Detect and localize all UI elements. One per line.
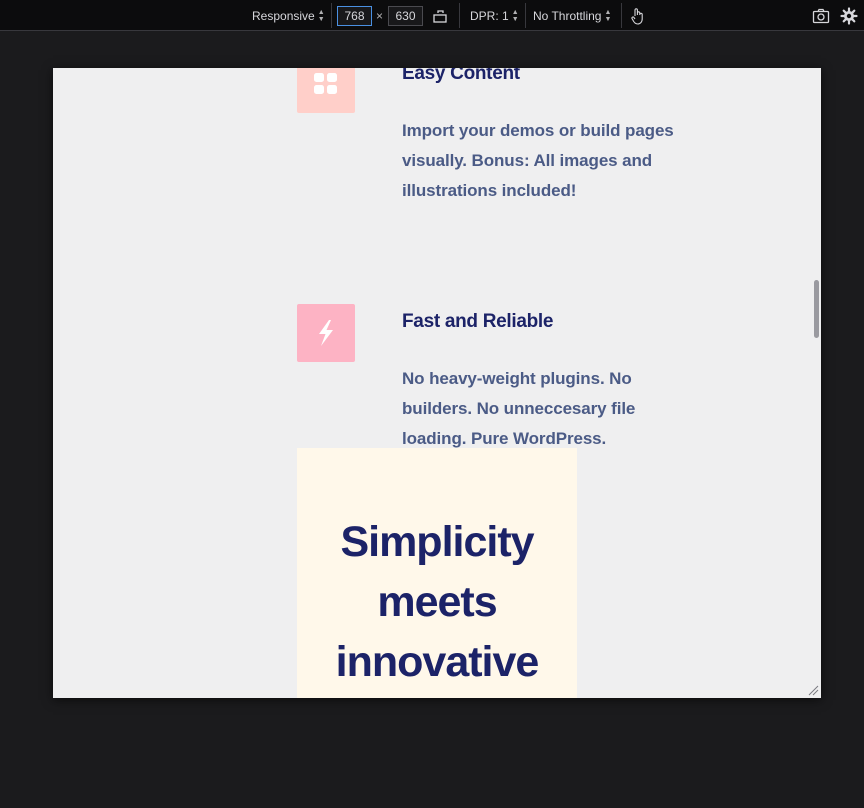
feature-description: Import your demos or build pages visuall… [402,121,674,200]
device-label: Responsive [252,8,315,23]
dpr-label: DPR: 1 [470,8,509,23]
dpr-caret-icon: ▲ ▼ [511,8,519,23]
toolbar-divider [459,3,460,28]
fast-reliable-icon-box [297,304,355,362]
feature-description: No heavy-weight plugins. No builders. No… [402,369,636,448]
resize-handle-icon[interactable] [807,684,819,696]
page-scrollbar[interactable] [814,280,819,338]
touch-simulation-button[interactable] [630,0,646,31]
viewport-height-input[interactable] [388,6,423,26]
hero-title: Simplicity meets innovative [335,518,540,686]
responsive-toolbar: Responsive ▲▼ × DPR: 1 ▲▼ No Throttling … [0,0,864,31]
rotate-viewport-button[interactable] [432,0,448,31]
dpr-selector[interactable]: DPR: 1 ▲ ▼ [470,0,519,31]
page-viewport: Easy Content Import your demos or build … [53,68,821,698]
throttling-label: No Throttling [533,8,602,23]
dimension-times: × [376,8,384,23]
grid-icon [314,73,337,94]
settings-button[interactable] [840,0,858,31]
toolbar-divider [525,3,526,28]
toolbar-divider [621,3,622,28]
rotate-icon [433,9,447,23]
easy-content-icon-box [297,68,355,113]
hero-card: Simplicity meets innovative [297,448,577,698]
throttling-selector[interactable]: No Throttling ▲ ▼ [533,0,611,31]
toolbar-divider [331,3,332,28]
camera-icon [812,8,830,23]
device-caret-icon: ▲ ▼ [317,8,325,23]
feature-title: Easy Content [402,68,520,84]
gear-icon [840,6,858,25]
viewport-width-input[interactable] [337,6,372,26]
screenshot-button[interactable] [812,0,830,31]
touch-hand-icon [631,7,643,25]
lightning-icon [319,320,333,346]
throttling-caret-icon: ▲ ▼ [604,8,612,23]
device-selector[interactable]: Responsive ▲ ▼ [252,0,325,31]
feature-title: Fast and Reliable [402,311,554,332]
